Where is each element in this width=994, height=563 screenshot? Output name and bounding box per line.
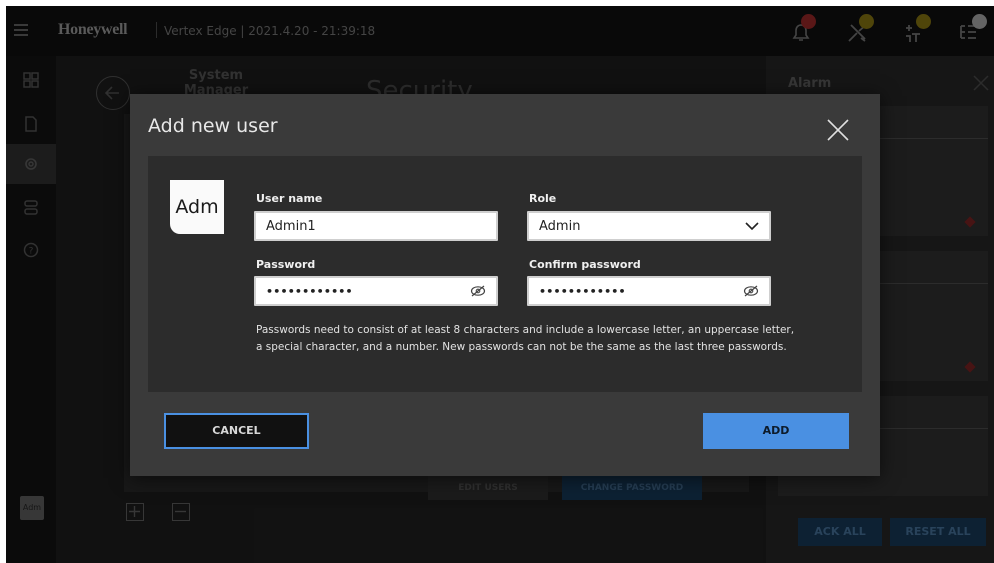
- password-value: ••••••••••••: [266, 284, 353, 298]
- eye-hidden-icon[interactable]: [743, 285, 759, 297]
- username-value: Admin1: [266, 218, 316, 234]
- close-icon: [827, 119, 849, 141]
- username-label: User name: [256, 192, 323, 205]
- add-user-dialog: Add new user Adm User name Admin1 Role A…: [130, 94, 880, 476]
- app-screen: Honeywell Vertex Edge | 2021.4.20 - 21:3…: [6, 6, 994, 563]
- add-button[interactable]: ADD: [703, 413, 849, 449]
- role-value: Admin: [539, 218, 581, 234]
- password-requirements-text: Passwords need to consist of at least 8 …: [256, 324, 795, 353]
- close-button[interactable]: [824, 116, 852, 144]
- confirm-password-field[interactable]: ••••••••••••: [527, 276, 771, 306]
- dialog-title: Add new user: [148, 115, 278, 137]
- cancel-button[interactable]: CANCEL: [164, 413, 309, 449]
- dialog-body: Adm User name Admin1 Role Admin Password…: [148, 156, 862, 392]
- eye-hidden-icon[interactable]: [470, 285, 486, 297]
- role-label: Role: [529, 192, 557, 205]
- password-label: Password: [256, 258, 316, 271]
- username-field[interactable]: Admin1: [254, 211, 498, 241]
- confirm-password-label: Confirm password: [529, 258, 641, 271]
- role-select[interactable]: Admin: [527, 211, 771, 241]
- avatar: Adm: [170, 180, 224, 234]
- confirm-password-value: ••••••••••••: [539, 284, 626, 298]
- password-field[interactable]: ••••••••••••: [254, 276, 498, 306]
- chevron-down-icon: [745, 222, 759, 231]
